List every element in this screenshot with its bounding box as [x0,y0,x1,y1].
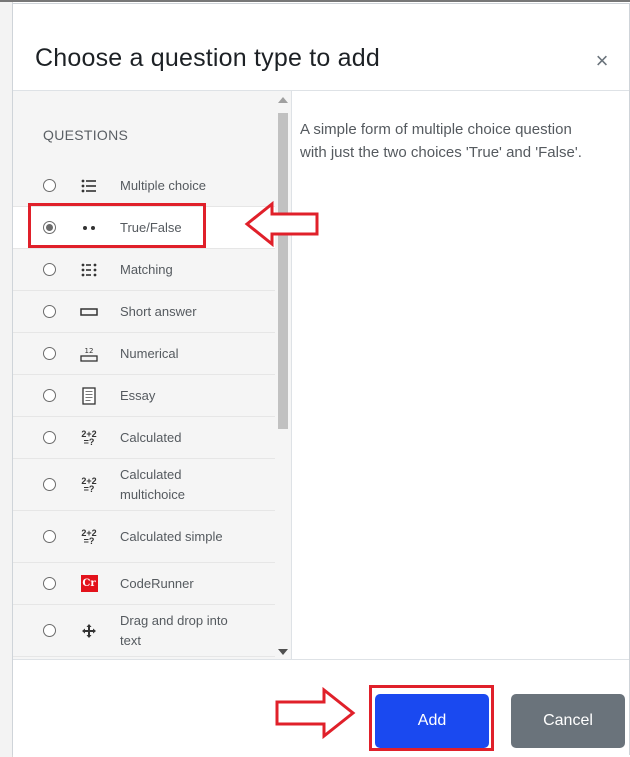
matching-icon [79,260,99,280]
cancel-button[interactable]: Cancel [511,694,625,748]
highlight-box-true-false [28,203,206,248]
options-scrollbar[interactable] [275,91,291,659]
numerical-icon: 12 [79,344,99,364]
dialog-title: Choose a question type to add [35,44,380,72]
question-type-description: A simple form of multiple choice questio… [300,121,582,161]
radio-button[interactable] [43,262,56,276]
dialog-header: Choose a question type to add × [13,4,629,91]
option-label: Essay [120,387,156,403]
radio-button[interactable] [43,346,56,360]
option-label: Calculated [120,429,182,445]
short-answer-icon [79,302,99,322]
option-numerical[interactable]: 12 Numerical [13,333,275,375]
close-button[interactable]: × [589,48,615,74]
option-label: Numerical [120,345,179,361]
annotation-arrow-right-icon [275,687,356,739]
radio-button[interactable] [43,304,56,318]
option-label: CodeRunner [120,575,194,591]
radio-button[interactable] [43,388,56,402]
drag-drop-icon [79,621,99,641]
radio-button[interactable] [43,529,56,543]
radio-button[interactable] [43,477,56,491]
question-options-panel: QUESTIONS Multiple choice True/False Mat… [13,91,292,659]
scroll-down-arrow-icon[interactable] [278,649,288,655]
highlight-box-add-button [369,685,494,751]
option-calculated[interactable]: 2+2 =? Calculated [13,417,275,459]
option-label: Calculated multichoice [120,466,186,502]
questions-section-label: QUESTIONS [43,127,129,143]
calculated-icon: 2+2 =? [81,428,97,447]
annotation-arrow-left-icon [244,201,319,247]
option-multiple-choice[interactable]: Multiple choice [13,165,275,207]
option-short-answer[interactable]: Short answer [13,291,275,333]
coderunner-icon: Cr [79,574,99,594]
calculated-simple-icon: 2+2 =? [81,527,97,546]
option-matching[interactable]: Matching [13,249,275,291]
radio-button[interactable] [43,623,56,637]
option-label: Drag and drop into text [120,612,228,648]
option-label: Multiple choice [120,177,206,193]
scroll-up-arrow-icon[interactable] [278,97,288,103]
option-label: Calculated simple [120,528,223,544]
svg-text:12: 12 [85,347,94,355]
option-coderunner[interactable]: Cr CodeRunner [13,563,275,605]
question-type-dialog: Choose a question type to add × QUESTION… [12,3,630,757]
top-border [0,0,630,2]
option-label: Matching [120,261,173,277]
option-drag-drop-text[interactable]: Drag and drop into text [13,605,275,657]
radio-button[interactable] [43,576,56,590]
option-label: Short answer [120,303,197,319]
option-essay[interactable]: Essay [13,375,275,417]
radio-button[interactable] [43,178,56,192]
multiple-choice-icon [79,176,99,196]
option-calculated-simple[interactable]: 2+2 =? Calculated simple [13,511,275,563]
essay-icon [79,386,99,406]
calculated-multichoice-icon: 2+2 =? [81,475,97,494]
option-calculated-multichoice[interactable]: 2+2 =? Calculated multichoice [13,459,275,511]
scroll-thumb[interactable] [278,113,288,429]
radio-button[interactable] [43,430,56,444]
